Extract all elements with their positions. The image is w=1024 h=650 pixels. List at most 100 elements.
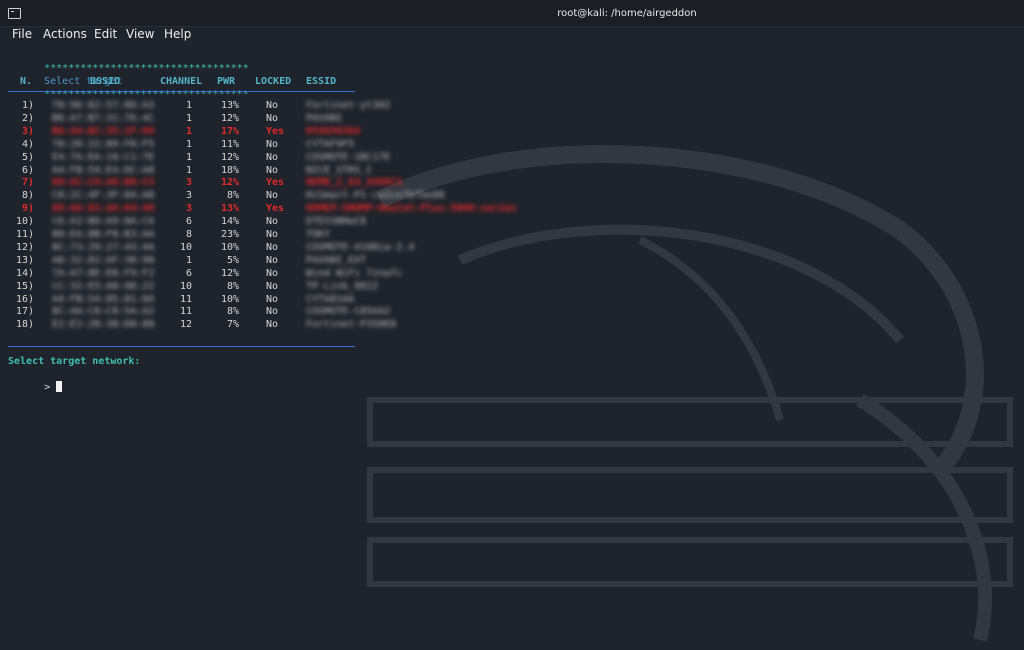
cell-bssid: A4:FB:54:85:81:8A [52, 293, 155, 305]
table-row: 7) 80:AC:C9:A8:B8:C3 3 12% Yes NEMB_2_G4_A98D… [8, 176, 528, 188]
banner-stars-left: ********************************** [44, 63, 249, 74]
cell-pwr: 18% [220, 164, 239, 176]
cell-channel: 10 [179, 280, 192, 292]
cell-n: 15) [15, 280, 34, 292]
prompt-symbol: > [44, 382, 51, 393]
table-row: 10) C6:A2:B6:A9:8A:C6 6 14% No DTESSNHwC8 [8, 215, 528, 227]
cell-bssid: A8:32:82:AF:38:98 [52, 254, 155, 266]
cell-locked: Yes [266, 125, 285, 137]
table-row: 15) CC:32:E5:A8:98:22 10 8% No TP-Link_9022 [8, 280, 528, 292]
cell-locked: No [266, 229, 279, 240]
cell-pwr: 12% [220, 151, 239, 163]
cell-pwr: 17% [220, 125, 239, 137]
cell-pwr: 11% [220, 138, 239, 150]
table-row: 16) A4:FB:54:85:81:8A 11 10% No CYTA81AA [8, 293, 528, 305]
cell-locked: No [266, 112, 279, 124]
table-row: 8) C8:2C:4F:3F:84:A8 3 8% No HiSmart-P1-ca2ce… [8, 189, 528, 201]
cell-locked: No [266, 216, 279, 228]
cell-channel: 3 [185, 190, 192, 202]
cell-essid: CYTAF9F5 [306, 138, 355, 150]
cell-bssid: 80:AC:C9:A8:B8:C3 [52, 177, 155, 189]
cell-n: 13) [15, 254, 34, 266]
cell-pwr: 10% [220, 241, 239, 253]
window-title: root@kali: /home/airgeddon [557, 8, 697, 19]
table-row: 4) 78:28:22:89:F0:F5 1 11% No CYTAF9F5 [8, 138, 528, 150]
cell-locked: No [266, 280, 279, 292]
cell-pwr: 5% [226, 254, 239, 266]
cell-n: 11) [15, 229, 34, 240]
text-cursor [56, 381, 63, 392]
menu-actions[interactable]: Actions [43, 27, 87, 41]
cell-channel: 1 [185, 112, 192, 124]
table-row: 6) A4:FB:54:E4:DC:A8 1 18% No NICE_STRS_C [8, 164, 528, 176]
cell-bssid: A4:FB:54:E4:DC:A8 [52, 164, 155, 176]
cell-channel: 1 [185, 254, 192, 266]
table-row: 18) E2:E2:28:38:D0:88 12 7% No Fortinet-P350E… [8, 318, 528, 330]
cell-channel: 1 [185, 125, 192, 137]
cell-n: 7) [21, 177, 34, 189]
cell-pwr: 7% [226, 319, 239, 331]
cell-locked: No [266, 319, 279, 331]
cell-channel: 10 [179, 241, 192, 253]
cell-bssid: 8C:73:29:27:43:4A [52, 241, 155, 253]
menu-help[interactable]: Help [164, 27, 191, 41]
cell-channel: 1 [185, 164, 192, 176]
cell-essid: CYTA81AA [306, 293, 355, 305]
cell-essid: DTESSNHwC8 [306, 216, 367, 228]
menu-view[interactable]: View [126, 27, 154, 41]
input-line[interactable]: > [8, 368, 63, 407]
terminal-window: root@kali: /home/airgeddon File Actions … [0, 0, 1024, 650]
cell-n: 14) [15, 267, 34, 279]
cell-essid: PAVANI_EXT [306, 254, 367, 266]
cell-channel: 6 [185, 267, 192, 279]
table-header: N. BSSID CHANNEL PWR LOCKED ESSID [8, 75, 368, 88]
cell-locked: No [266, 267, 279, 279]
cell-bssid: 7A:A7:8E:E8:F9:F2 [52, 267, 155, 279]
table-row: 1) 78:96:82:57:86:A3 1 13% No Fortinet-yt302 [8, 99, 528, 111]
cell-bssid: 88:A8:82:4A:84:48 [52, 203, 155, 215]
cell-locked: No [266, 190, 279, 202]
cell-locked: No [266, 254, 279, 266]
cell-essid: Fortinet-yt302 [306, 100, 391, 111]
table-row: 2) B6:A7:B7:31:76:4C 1 12% No PAVANI [8, 112, 528, 124]
table-row: 3) B8:A4:BC:35:1F:99 1 17% Yes HYUG56384 [8, 125, 528, 137]
cell-locked: No [266, 100, 279, 111]
cell-bssid: E4:7A:EA:18:C1:7E [52, 151, 155, 163]
cell-n: 18) [15, 319, 34, 331]
cell-channel: 8 [185, 229, 192, 240]
cell-pwr: 8% [226, 280, 239, 292]
cell-n: 4) [21, 138, 34, 150]
terminal-output[interactable]: ********************************** Selec… [8, 49, 1024, 650]
cell-pwr: 8% [226, 306, 239, 318]
cell-locked: No [266, 306, 279, 318]
cell-locked: Yes [266, 203, 285, 215]
cell-essid: PAVANI [306, 112, 343, 124]
cell-pwr: 13% [220, 100, 239, 111]
cell-channel: 12 [179, 319, 192, 331]
cell-n: 3) [21, 125, 34, 137]
header-essid: ESSID [306, 76, 337, 87]
menu-edit[interactable]: Edit [94, 27, 117, 41]
table-row: 9) 88:A8:82:4A:84:48 3 13% Yes HOMEP-SMUMP-He… [8, 202, 528, 214]
cell-n: 17) [15, 306, 34, 318]
cell-pwr: 12% [220, 267, 239, 279]
cell-bssid: 78:28:22:89:F0:F5 [52, 138, 155, 150]
cell-channel: 6 [185, 216, 192, 228]
cell-channel: 1 [185, 151, 192, 163]
title-bar[interactable]: root@kali: /home/airgeddon [0, 0, 1024, 27]
cell-n: 16) [15, 293, 34, 305]
cell-n: 6) [21, 164, 34, 176]
cell-locked: No [266, 138, 279, 150]
cell-n: 12) [15, 241, 34, 253]
cell-channel: 11 [179, 293, 192, 305]
cell-pwr: 10% [220, 293, 239, 305]
header-bssid: BSSID [90, 76, 121, 87]
table-row: 5) E4:7A:EA:18:C1:7E 1 12% No COSMOTE-1BC17E [8, 151, 528, 163]
cell-essid: COSMOTE-4108ia-2.4 [306, 241, 415, 253]
cell-bssid: C6:A2:B6:A9:8A:C6 [52, 216, 155, 228]
cell-essid: Fortinet-P350E8 [306, 319, 397, 331]
header-n: N. [20, 76, 33, 87]
menu-file[interactable]: File [12, 27, 32, 41]
cell-channel: 11 [179, 306, 192, 318]
cell-locked: No [266, 241, 279, 253]
